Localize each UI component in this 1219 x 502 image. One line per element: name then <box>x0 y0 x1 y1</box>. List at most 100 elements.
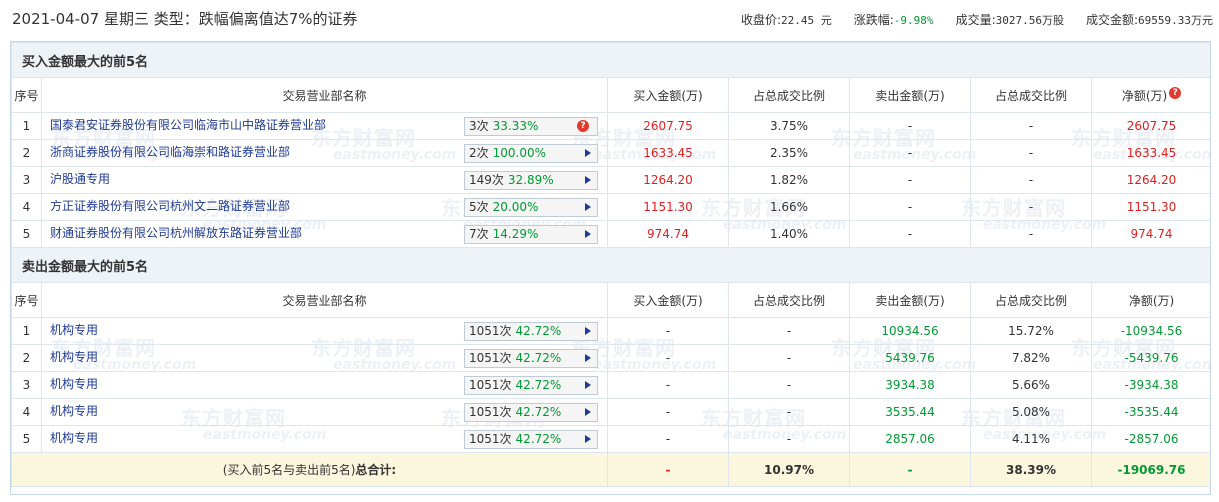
buy-amount-cell: 1264.20 <box>607 166 729 194</box>
table-row: 3 机构专用 1051次 42.72% - -3934.38 5.66% -3934.38 <box>11 371 1210 399</box>
net-amount-cell: 1151.30 <box>1091 193 1210 221</box>
history-stats-button[interactable]: 1051次 42.72% <box>464 376 598 395</box>
buy-ratio-cell: 1.40% <box>728 220 850 248</box>
sell-ratio-cell: - <box>970 112 1092 140</box>
table-row: 2 浙商证券股份有限公司临海崇和路证券营业部 2次 100.00% 1633.45 2.3… <box>11 139 1210 167</box>
net-amount-cell: -10934.56 <box>1091 317 1210 345</box>
buy-amount-cell: - <box>607 317 729 345</box>
appearance-count: 1051次 <box>469 432 512 446</box>
buy-section-header: 买入金额最大的前5名 <box>11 42 1210 78</box>
change-stat: 涨跌幅:-9.98% <box>853 13 934 27</box>
branch-name-cell: 机构专用 1051次 42.72% <box>41 425 608 453</box>
total-row: (买入前5名与卖出前5名)总合计: -10.97% -38.39% -19069.76 <box>11 452 1210 487</box>
sell-column-header-row: 序号 交易营业部名称 买入金额(万) 占总成交比例 卖出金额(万) 占总成交比例 净额(万) <box>11 282 1210 318</box>
win-rate: 42.72% <box>515 378 562 392</box>
branch-name-link[interactable]: 沪股通专用 <box>50 170 110 187</box>
history-stats-button[interactable]: 3次 33.33%? <box>464 117 598 136</box>
net-amount-cell: -2857.06 <box>1091 425 1210 453</box>
appearance-count: 3次 <box>469 119 489 133</box>
row-index: 4 <box>11 398 42 426</box>
row-index: 2 <box>11 344 42 372</box>
history-stats-button[interactable]: 1051次 42.72% <box>464 349 598 368</box>
sell-ratio-cell: 15.72% <box>970 317 1092 345</box>
history-stats-button[interactable]: 1051次 42.72% <box>464 430 598 449</box>
appearance-count: 7次 <box>469 227 489 241</box>
win-rate: 42.72% <box>515 324 562 338</box>
win-rate: 33.33% <box>492 119 539 133</box>
question-icon[interactable]: ? <box>577 120 589 132</box>
play-arrow-icon[interactable] <box>585 381 591 389</box>
col-index: 序号 <box>11 282 42 318</box>
history-stats-button[interactable]: 1051次 42.72% <box>464 403 598 422</box>
buy-ratio-cell: - <box>728 371 850 399</box>
row-index: 3 <box>11 166 42 194</box>
col-buy-amount: 买入金额(万) <box>607 77 729 113</box>
branch-name-link[interactable]: 国泰君安证券股份有限公司临海市山中路证券营业部 <box>50 116 326 133</box>
branch-name-link[interactable]: 机构专用 <box>50 321 98 338</box>
net-amount-cell: 2607.75 <box>1091 112 1210 140</box>
total-buy: - <box>607 452 729 487</box>
branch-name-cell: 机构专用 1051次 42.72% <box>41 317 608 345</box>
sell-amount-cell: - <box>849 220 971 248</box>
branch-name-cell: 机构专用 1051次 42.72% <box>41 344 608 372</box>
branch-name-link[interactable]: 机构专用 <box>50 348 98 365</box>
play-arrow-icon[interactable] <box>585 354 591 362</box>
branch-name-link[interactable]: 机构专用 <box>50 402 98 419</box>
appearance-count: 1051次 <box>469 378 512 392</box>
branch-name-cell: 浙商证券股份有限公司临海崇和路证券营业部 2次 100.00% <box>41 139 608 167</box>
close-price-stat: 收盘价:22.45 元 <box>740 13 832 27</box>
table-row: 2 机构专用 1051次 42.72% - -5439.76 7.82% -5439.76 <box>11 344 1210 372</box>
sell-amount-cell: - <box>849 193 971 221</box>
question-icon[interactable]: ? <box>1169 86 1182 99</box>
sell-amount-cell: 3934.38 <box>849 371 971 399</box>
buy-amount-cell: 974.74 <box>607 220 729 248</box>
col-sell-amount: 卖出金额(万) <box>849 282 971 318</box>
sell-ratio-cell: 5.66% <box>970 371 1092 399</box>
col-index: 序号 <box>11 77 42 113</box>
appearance-count: 5次 <box>469 200 489 214</box>
win-rate: 32.89% <box>507 173 554 187</box>
play-arrow-icon[interactable] <box>585 176 591 184</box>
branch-name-link[interactable]: 机构专用 <box>50 429 98 446</box>
buy-amount-cell: 1151.30 <box>607 193 729 221</box>
net-amount-cell: 974.74 <box>1091 220 1210 248</box>
win-rate: 42.72% <box>515 405 562 419</box>
col-sell-ratio: 占总成交比例 <box>970 77 1092 113</box>
row-index: 4 <box>11 193 42 221</box>
total-label: (买入前5名与卖出前5名)总合计: <box>11 452 608 487</box>
row-index: 5 <box>11 425 42 453</box>
history-stats-button[interactable]: 2次 100.00% <box>464 144 598 163</box>
buy-amount-cell: - <box>607 371 729 399</box>
row-index: 5 <box>11 220 42 248</box>
history-stats-button[interactable]: 5次 20.00% <box>464 198 598 217</box>
sell-amount-cell: 3535.44 <box>849 398 971 426</box>
buy-amount-cell: 2607.75 <box>607 112 729 140</box>
row-index: 1 <box>11 112 42 140</box>
col-net: 净额(万) <box>1091 282 1210 318</box>
sell-amount-cell: - <box>849 112 971 140</box>
history-stats-button[interactable]: 1051次 42.72% <box>464 322 598 341</box>
play-arrow-icon[interactable] <box>585 327 591 335</box>
buy-ratio-cell: 1.82% <box>728 166 850 194</box>
sell-ratio-cell: 7.82% <box>970 344 1092 372</box>
play-arrow-icon[interactable] <box>585 149 591 157</box>
buy-ratio-cell: - <box>728 398 850 426</box>
play-arrow-icon[interactable] <box>585 203 591 211</box>
history-stats-button[interactable]: 7次 14.29% <box>464 225 598 244</box>
branch-name-cell: 方正证券股份有限公司杭州文二路证券营业部 5次 20.00% <box>41 193 608 221</box>
branch-name-link[interactable]: 方正证券股份有限公司杭州文二路证券营业部 <box>50 197 290 214</box>
buy-ratio-cell: 2.35% <box>728 139 850 167</box>
branch-name-link[interactable]: 财通证券股份有限公司杭州解放东路证券营业部 <box>50 224 302 241</box>
branch-name-cell: 机构专用 1051次 42.72% <box>41 371 608 399</box>
buy-amount-cell: - <box>607 425 729 453</box>
turnover-stat: 成交金额:69559.33万元 <box>1085 13 1213 27</box>
history-stats-button[interactable]: 149次 32.89% <box>464 171 598 190</box>
row-index: 2 <box>11 139 42 167</box>
play-arrow-icon[interactable] <box>585 435 591 443</box>
play-arrow-icon[interactable] <box>585 408 591 416</box>
buy-amount-cell: - <box>607 398 729 426</box>
branch-name-link[interactable]: 浙商证券股份有限公司临海崇和路证券营业部 <box>50 143 290 160</box>
net-amount-cell: 1264.20 <box>1091 166 1210 194</box>
branch-name-link[interactable]: 机构专用 <box>50 375 98 392</box>
play-arrow-icon[interactable] <box>585 230 591 238</box>
